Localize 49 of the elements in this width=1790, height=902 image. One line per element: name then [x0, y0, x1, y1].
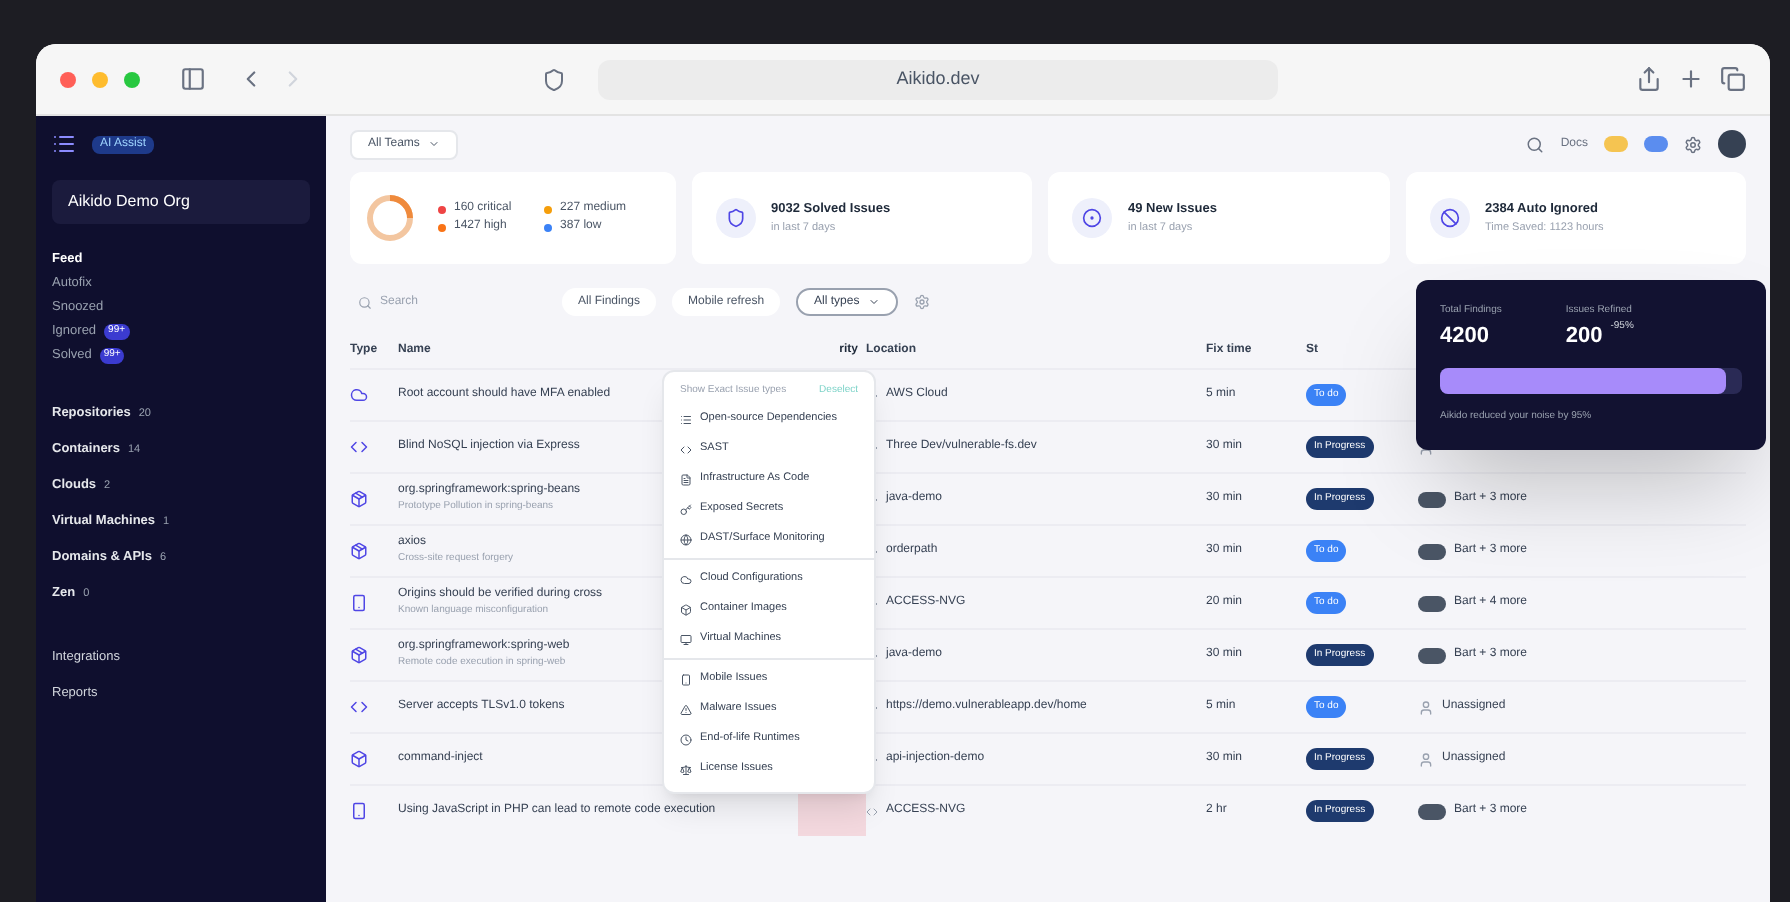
issue-type-icon	[680, 533, 692, 545]
caret-icon	[867, 296, 880, 308]
issue-type-icon	[680, 633, 692, 645]
new-tab-icon[interactable]	[1678, 66, 1704, 92]
privacy-icon[interactable]	[542, 67, 566, 91]
finding-type-icon	[350, 490, 368, 508]
assignee-avatars	[1418, 595, 1446, 611]
filter-settings-icon[interactable]	[913, 294, 930, 310]
issue-type-icon	[680, 763, 692, 775]
unassigned-icon	[1418, 699, 1434, 715]
issue-type-icon	[680, 603, 692, 615]
search-icon[interactable]	[1526, 135, 1545, 153]
share-icon[interactable]	[1636, 66, 1662, 92]
issue-type-icon	[680, 673, 692, 685]
location-icon	[866, 805, 878, 817]
address-bar[interactable]: Aikido.dev	[598, 59, 1278, 99]
issues-refined-value: 200	[1565, 321, 1603, 351]
finding-type-icon	[350, 698, 368, 716]
issue-type-icon	[680, 503, 692, 515]
finding-type-icon	[350, 594, 368, 612]
finding-type-icon	[350, 802, 368, 820]
severity-ring-drawing	[366, 194, 414, 242]
search-icon	[358, 295, 372, 309]
issue-type-icon	[680, 443, 692, 455]
stat-icon	[1082, 208, 1102, 228]
stat-icon	[725, 208, 745, 228]
total-findings-value: 4200	[1440, 321, 1491, 351]
issue-type-icon	[680, 733, 692, 745]
stat-icon	[1439, 208, 1459, 228]
caret-icon	[427, 138, 440, 150]
issue-type-icon	[680, 473, 692, 485]
finding-type-icon	[350, 750, 368, 768]
finding-type-icon	[350, 542, 368, 560]
avatar[interactable]	[1718, 130, 1746, 158]
issue-type-icon	[680, 413, 692, 425]
assignee-avatars	[1418, 491, 1446, 507]
finding-type-icon	[350, 646, 368, 664]
assignee-avatars	[1418, 543, 1446, 559]
org-selector[interactable]: Aikido Demo Org	[52, 180, 310, 224]
tabs-icon[interactable]	[1720, 66, 1746, 92]
assignee-avatars	[1418, 803, 1446, 819]
settings-icon[interactable]	[1684, 135, 1702, 153]
issue-type-icon	[680, 573, 692, 585]
finding-type-icon	[350, 438, 368, 456]
unassigned-icon	[1418, 751, 1434, 767]
finding-type-icon	[350, 386, 368, 404]
sidebar-toggle-icon[interactable]	[180, 66, 206, 92]
issue-type-icon	[680, 703, 692, 715]
assignee-avatars	[1418, 647, 1446, 663]
